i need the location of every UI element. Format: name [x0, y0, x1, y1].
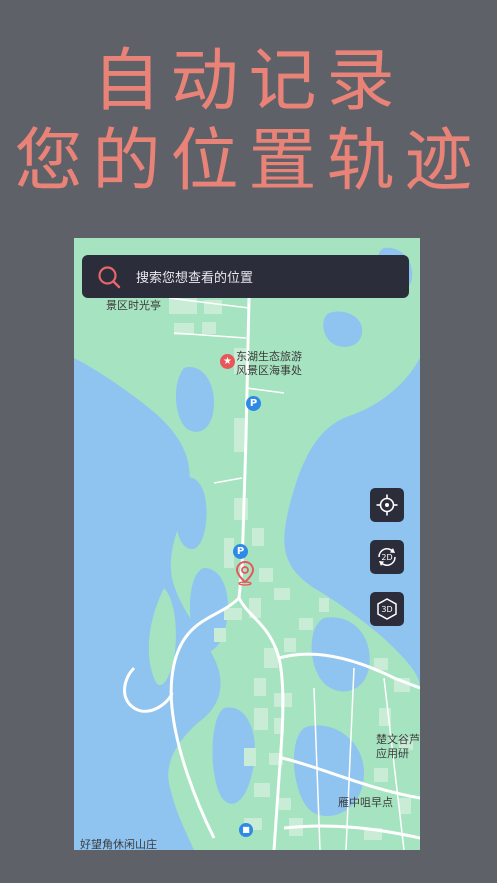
map-label-chuwen-line-2: 应用研	[376, 746, 409, 760]
promo-title-line-2: 您的位置轨迹	[14, 122, 483, 201]
parking-icon[interactable]: P	[246, 396, 261, 411]
search-icon	[82, 255, 136, 298]
location-pin-icon[interactable]	[234, 560, 256, 590]
view-3d-button[interactable]: 3D	[370, 592, 404, 626]
locate-button[interactable]	[370, 488, 404, 522]
map-label-haowang: 好望角休闲山庄	[80, 838, 157, 850]
view-2d-label: 2D	[381, 553, 392, 562]
cube-3d-icon: 3D	[377, 598, 397, 620]
search-input[interactable]: 搜索您想查看的位置	[136, 267, 253, 286]
map-view[interactable]	[74, 238, 420, 850]
search-bar[interactable]: 搜索您想查看的位置	[82, 255, 409, 298]
parking-icon[interactable]: P	[233, 544, 248, 559]
crosshair-icon	[376, 494, 398, 516]
map-marker-maritime-office[interactable]: ★	[220, 354, 235, 369]
map-label-yanzhong: 雁中咀早点	[338, 796, 393, 809]
view-3d-label: 3D	[381, 605, 392, 614]
rotate-2d-icon: 2D	[378, 548, 396, 566]
map-label-maritime-office-line-2: 风景区海事处	[236, 363, 302, 377]
promo-title-line-1: 自动记录	[92, 42, 405, 121]
bus-stop-icon[interactable]: ■	[239, 823, 253, 837]
map-label-chuwen-line-1: 楚文谷芦	[376, 733, 420, 746]
view-2d-button[interactable]: 2D	[370, 540, 404, 574]
map-label-chuwen: 楚文谷芦 应用研	[376, 733, 420, 761]
phone-screen: 搜索您想查看的位置 景区时光亭 ★ 东湖生态旅游 风景区海事处 P P 楚文谷芦…	[74, 238, 420, 850]
map-label-maritime-office-line-1: 东湖生态旅游	[236, 350, 302, 363]
map-label-maritime-office: 东湖生态旅游 风景区海事处	[236, 350, 302, 378]
map-label-scenic-pavilion: 景区时光亭	[106, 299, 161, 312]
